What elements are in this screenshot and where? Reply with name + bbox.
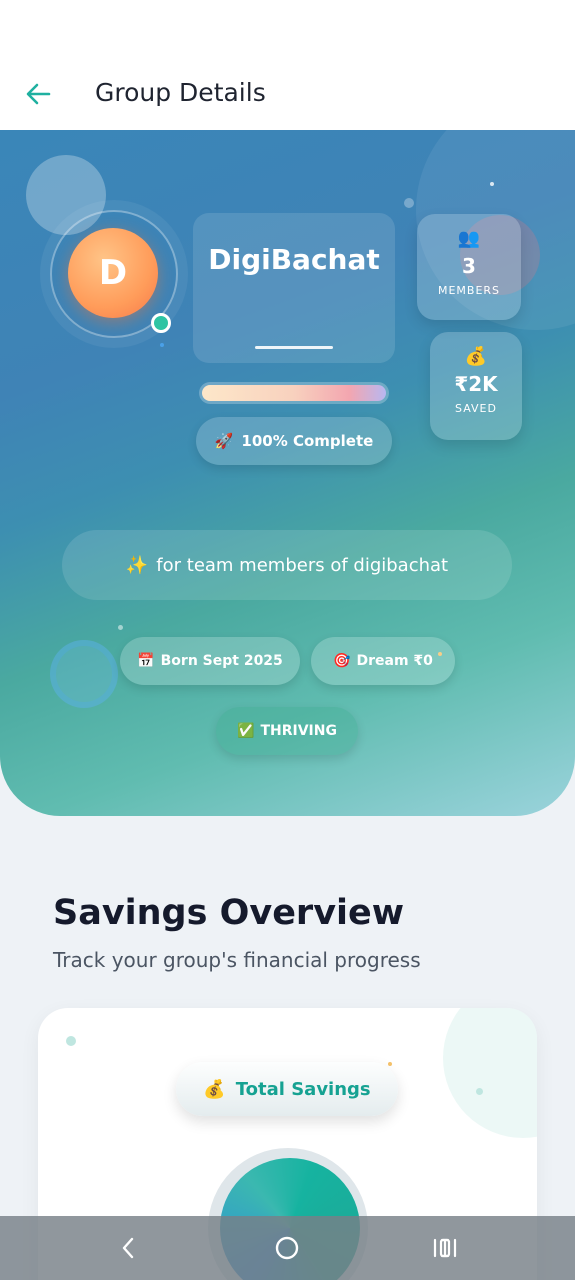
system-nav-bar bbox=[0, 1216, 575, 1280]
saved-label: SAVED bbox=[455, 402, 497, 415]
calendar-icon: 📅 bbox=[137, 653, 155, 669]
members-label: MEMBERS bbox=[437, 284, 501, 297]
total-savings-pill[interactable]: 💰 Total Savings bbox=[176, 1062, 398, 1116]
members-count: 3 bbox=[462, 254, 476, 278]
rocket-icon: 🚀 bbox=[214, 432, 234, 450]
progress-bar bbox=[199, 382, 389, 404]
group-avatar: D bbox=[68, 228, 158, 318]
total-savings-label: Total Savings bbox=[235, 1078, 371, 1100]
born-date-chip: 📅 Born Sept 2025 bbox=[120, 637, 300, 685]
nav-recents-button[interactable] bbox=[395, 1216, 495, 1280]
group-details-screen: Group Details D DigiBachat 🚀 100% Comple… bbox=[0, 0, 575, 1280]
check-icon: ✅ bbox=[237, 723, 255, 739]
decorative-dot bbox=[490, 182, 494, 186]
progress-bar-fill bbox=[202, 385, 386, 401]
arrow-left-icon bbox=[26, 83, 51, 105]
money-bag-icon: 💰 bbox=[464, 346, 488, 367]
progress-label: 100% Complete bbox=[241, 432, 374, 450]
name-underline bbox=[255, 346, 333, 349]
back-button[interactable] bbox=[18, 76, 58, 112]
progress-badge: 🚀 100% Complete bbox=[196, 417, 392, 465]
decorative-dot bbox=[160, 343, 164, 347]
page-title: Group Details bbox=[95, 78, 266, 107]
sparkles-icon: ✨ bbox=[125, 554, 149, 576]
decorative-dot bbox=[118, 625, 123, 630]
group-description-text: for team members of digibachat bbox=[156, 554, 449, 576]
decorative-circle bbox=[50, 640, 118, 708]
decorative-dot bbox=[66, 1036, 76, 1046]
saved-stat-card[interactable]: 💰 ₹2K SAVED bbox=[430, 332, 522, 440]
group-name: DigiBachat bbox=[208, 243, 380, 276]
decorative-dot bbox=[476, 1088, 483, 1095]
group-hero-card: D DigiBachat 🚀 100% Complete 👥 3 MEMBERS… bbox=[0, 130, 575, 816]
chevron-left-icon bbox=[122, 1237, 134, 1259]
dream-goal-chip: 🎯 Dream ₹0 bbox=[311, 637, 455, 685]
money-bag-icon: 💰 bbox=[203, 1078, 226, 1100]
dream-goal-label: Dream ₹0 bbox=[356, 653, 433, 669]
decorative-circle bbox=[443, 1008, 537, 1138]
members-icon: 👥 bbox=[457, 228, 481, 249]
savings-overview-title: Savings Overview bbox=[53, 893, 405, 933]
status-label: THRIVING bbox=[260, 723, 337, 739]
recents-icon bbox=[433, 1238, 457, 1258]
app-bar: Group Details bbox=[0, 0, 575, 130]
born-date-label: Born Sept 2025 bbox=[160, 653, 283, 669]
home-circle-icon bbox=[275, 1236, 299, 1260]
online-status-dot bbox=[151, 313, 171, 333]
saved-amount: ₹2K bbox=[454, 372, 498, 396]
decorative-dot bbox=[404, 198, 414, 208]
decorative-dot bbox=[388, 1062, 392, 1066]
group-description: ✨ for team members of digibachat bbox=[62, 530, 512, 600]
avatar-letter: D bbox=[98, 253, 128, 293]
nav-back-button[interactable] bbox=[78, 1216, 178, 1280]
status-badge: ✅ THRIVING bbox=[216, 707, 358, 755]
members-stat-card[interactable]: 👥 3 MEMBERS bbox=[417, 214, 521, 320]
nav-home-button[interactable] bbox=[237, 1216, 337, 1280]
target-icon: 🎯 bbox=[333, 653, 351, 669]
savings-overview-subtitle: Track your group's financial progress bbox=[53, 948, 421, 972]
